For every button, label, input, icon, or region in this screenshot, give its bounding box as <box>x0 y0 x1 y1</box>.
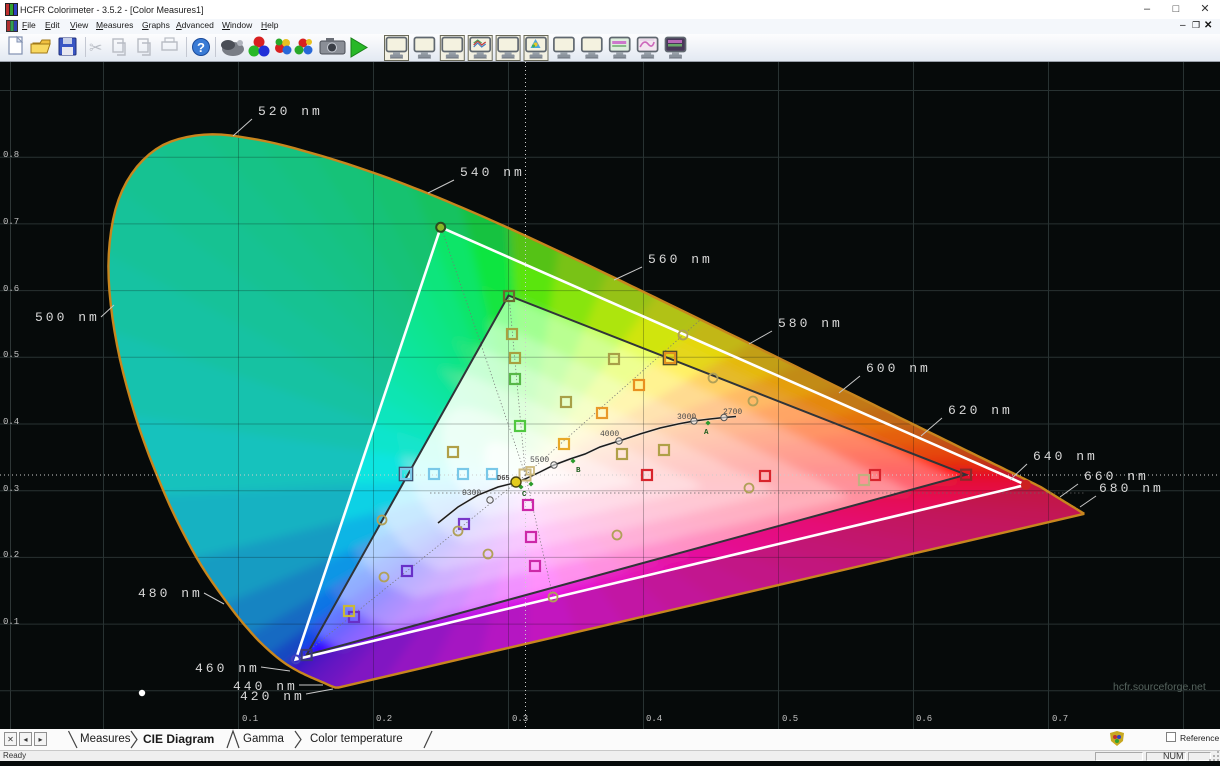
svg-text:3000: 3000 <box>677 413 696 422</box>
svg-text:✂: ✂ <box>89 40 102 57</box>
svg-text:420 nm: 420 nm <box>240 689 305 704</box>
svg-text:0.3: 0.3 <box>3 484 19 494</box>
svg-text:D65: D65 <box>497 475 510 483</box>
svg-text:0.5: 0.5 <box>3 350 19 360</box>
svg-text:0.2: 0.2 <box>3 550 19 560</box>
svg-text:560 nm: 560 nm <box>648 252 713 267</box>
svg-text:0.7: 0.7 <box>1052 714 1068 724</box>
svg-text:460 nm: 460 nm <box>195 661 260 676</box>
svg-text:C: C <box>522 491 527 499</box>
svg-text:540 nm: 540 nm <box>460 165 525 180</box>
svg-text:480 nm: 480 nm <box>138 586 203 601</box>
svg-text:4000: 4000 <box>600 430 619 439</box>
svg-text:9300: 9300 <box>462 489 481 498</box>
svg-text:0.2: 0.2 <box>376 714 392 724</box>
svg-text:0.3: 0.3 <box>512 714 528 724</box>
svg-text:A: A <box>704 429 709 437</box>
svg-text:600 nm: 600 nm <box>866 361 931 376</box>
svg-text:580 nm: 580 nm <box>778 316 843 331</box>
svg-text:0.4: 0.4 <box>646 714 662 724</box>
svg-text:0.4: 0.4 <box>3 417 19 427</box>
svg-text:680 nm: 680 nm <box>1099 481 1164 496</box>
svg-text:0.1: 0.1 <box>3 617 19 627</box>
svg-text:B: B <box>576 467 581 475</box>
svg-text:620 nm: 620 nm <box>948 403 1013 418</box>
svg-text:5500: 5500 <box>530 456 549 465</box>
svg-text:?: ? <box>197 40 205 55</box>
svg-text:0.6: 0.6 <box>3 284 19 294</box>
svg-text:2700: 2700 <box>723 408 742 417</box>
svg-text:0.6: 0.6 <box>916 714 932 724</box>
svg-text:0.8: 0.8 <box>3 150 19 160</box>
svg-text:hcfr.sourceforge.net: hcfr.sourceforge.net <box>1113 681 1206 693</box>
svg-text:640 nm: 640 nm <box>1033 449 1098 464</box>
svg-text:0.7: 0.7 <box>3 217 19 227</box>
svg-text:0.5: 0.5 <box>782 714 798 724</box>
svg-text:520 nm: 520 nm <box>258 104 323 119</box>
svg-text:0.1: 0.1 <box>242 714 258 724</box>
svg-text:500 nm: 500 nm <box>35 310 100 325</box>
